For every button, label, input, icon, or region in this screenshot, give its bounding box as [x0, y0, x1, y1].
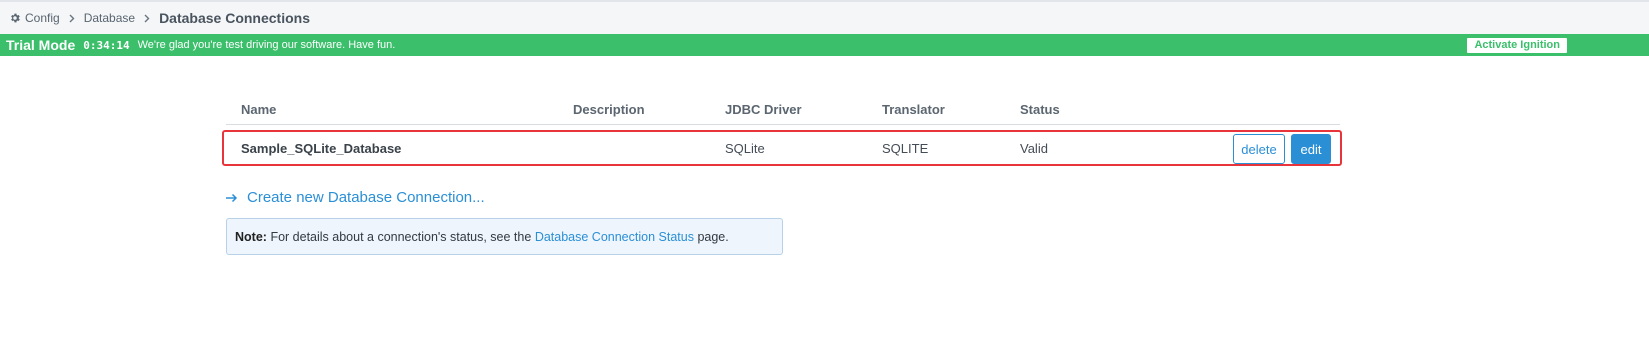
column-jdbc-driver[interactable]: JDBC Driver	[725, 102, 802, 117]
table-row: Sample_SQLite_Database SQLite SQLITE Val…	[222, 130, 1342, 166]
breadcrumb-config[interactable]: Config	[25, 11, 60, 25]
note-label: Note:	[235, 230, 267, 244]
chevron-right-icon	[144, 14, 150, 23]
create-connection-link[interactable]: Create new Database Connection...	[226, 189, 485, 206]
connection-translator: SQLITE	[882, 141, 929, 156]
column-translator[interactable]: Translator	[882, 102, 945, 117]
trial-timer: 0:34:14	[83, 38, 130, 52]
connection-name: Sample_SQLite_Database	[241, 141, 402, 156]
note-text-end: page.	[697, 230, 729, 244]
column-status[interactable]: Status	[1020, 102, 1060, 117]
breadcrumb: Config Database Database Connections	[0, 0, 1649, 34]
connections-table: Name Description JDBC Driver Translator …	[222, 96, 1342, 166]
page-title: Database Connections	[159, 10, 310, 26]
page: Config Database Database Connections Tri…	[0, 0, 1649, 345]
trial-banner: Trial Mode 0:34:14 We're glad you're tes…	[0, 34, 1649, 56]
connection-status: Valid	[1020, 141, 1048, 156]
note-box: Note: For details about a connection's s…	[226, 218, 783, 255]
create-connection-label[interactable]: Create new Database Connection...	[247, 189, 485, 206]
delete-button[interactable]: delete	[1233, 134, 1285, 164]
activate-ignition-button[interactable]: Activate Ignition	[1467, 38, 1567, 53]
column-name[interactable]: Name	[241, 102, 276, 117]
connection-driver: SQLite	[725, 141, 765, 156]
trial-mode-label: Trial Mode	[6, 37, 76, 53]
gear-icon	[9, 12, 21, 24]
note-text: For details about a connection's status,…	[270, 230, 532, 244]
table-header: Name Description JDBC Driver Translator …	[226, 96, 1340, 125]
arrow-right-icon	[226, 193, 240, 203]
edit-button[interactable]: edit	[1291, 134, 1331, 164]
breadcrumb-database[interactable]: Database	[84, 11, 135, 25]
connection-status-link[interactable]: Database Connection Status	[535, 230, 694, 244]
column-description[interactable]: Description	[573, 102, 645, 117]
trial-message: We're glad you're test driving our softw…	[137, 39, 396, 51]
chevron-right-icon	[69, 14, 75, 23]
